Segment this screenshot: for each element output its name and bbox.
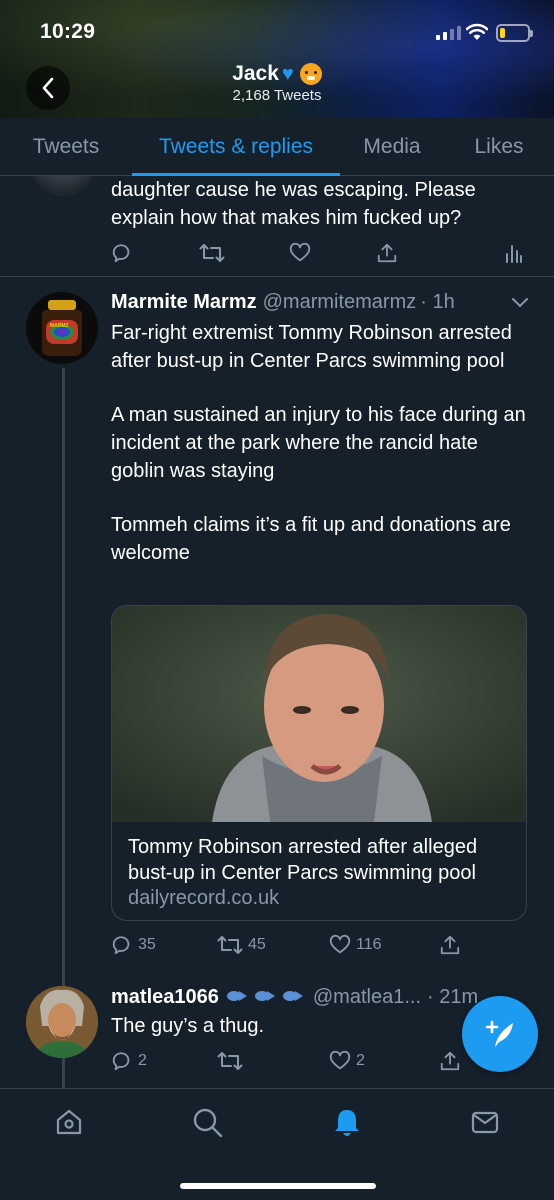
retweet-count: 45 [248, 936, 266, 953]
reply-count: 2 [138, 1052, 147, 1069]
reply-icon [112, 244, 130, 263]
hamster-emoji-icon [299, 63, 322, 85]
avatar-label: MARMZ [50, 323, 69, 329]
compose-tweet-button[interactable] [462, 996, 538, 1072]
author-name[interactable]: Marmite Marmz [111, 291, 257, 314]
share-icon [377, 243, 397, 263]
reply-button[interactable] [111, 242, 133, 264]
retweet-button[interactable]: 45 [217, 934, 266, 956]
heart-icon [329, 934, 351, 954]
author-handle[interactable]: @matlea1... [313, 986, 421, 1009]
blue-heart-icon: ♥ [281, 62, 294, 85]
tweet-actions: 35 45 116 [111, 934, 531, 958]
author-name[interactable]: matlea1066 [111, 986, 219, 1009]
tweet-header: matlea1066 @matlea1... · 21m [111, 986, 478, 1009]
retweet-icon [217, 936, 243, 954]
search-icon[interactable] [192, 1107, 224, 1139]
messages-icon[interactable] [470, 1107, 500, 1137]
share-button[interactable] [376, 242, 398, 264]
status-bar: 10:29 [0, 0, 554, 60]
chevron-down-icon[interactable] [511, 297, 529, 309]
profile-tabs: Tweets Tweets & replies Media Likes [0, 118, 554, 176]
notifications-icon[interactable] [332, 1107, 362, 1139]
retweet-button[interactable] [217, 1050, 243, 1072]
bearded-character-avatar-icon [26, 986, 98, 1058]
profile-name: Jack [232, 62, 279, 85]
tweet-time: · 1h [420, 291, 455, 313]
home-icon[interactable] [54, 1107, 84, 1137]
reply-button[interactable]: 2 [111, 1050, 147, 1072]
tweet-paragraph: Tommeh claims it’s a fit up and donation… [111, 514, 511, 564]
share-button[interactable] [439, 934, 461, 956]
tab-media[interactable]: Media [340, 118, 444, 175]
avatar[interactable]: MARMZ [26, 292, 98, 364]
article-photo [112, 606, 526, 822]
like-button[interactable]: 116 [329, 934, 382, 956]
divider [0, 276, 554, 277]
battery-icon [496, 24, 533, 42]
thread-line [62, 368, 65, 1088]
tab-tweets[interactable]: Tweets [0, 118, 132, 175]
fish-emoji-icon [253, 989, 275, 1003]
like-count: 2 [356, 1052, 365, 1069]
tweet-count: 2,168 Tweets [232, 87, 322, 104]
share-icon [440, 935, 460, 955]
heart-icon [289, 242, 311, 262]
tweet-paragraph: A man sustained an injury to his face du… [111, 404, 526, 482]
avatar[interactable] [26, 986, 98, 1058]
retweet-button[interactable] [199, 242, 225, 264]
link-card[interactable]: Tommy Robinson arrested after alleged bu… [111, 605, 527, 921]
heart-icon [329, 1050, 351, 1070]
tweet-actions [111, 242, 531, 266]
reply-button[interactable]: 35 [111, 934, 156, 956]
reply-icon [112, 936, 130, 955]
profile-title: Jack ♥ 2,168 Tweets [0, 62, 554, 104]
author-handle[interactable]: @marmitemarmz [263, 291, 417, 314]
card-title: Tommy Robinson arrested after alleged bu… [128, 836, 478, 884]
like-count: 116 [356, 936, 382, 953]
reply-icon [112, 1052, 130, 1071]
tweet-text: daughter cause he was escaping. Please e… [111, 179, 476, 229]
analytics-button[interactable] [505, 242, 523, 264]
tweet-paragraph: Far-right extremist Tommy Robinson arres… [111, 322, 512, 372]
compose-tweet-icon [485, 1020, 513, 1047]
like-button[interactable]: 2 [329, 1050, 365, 1072]
card-domain: dailyrecord.co.uk [128, 887, 280, 909]
share-button[interactable] [439, 1050, 461, 1072]
cellular-signal-icon [436, 26, 461, 40]
retweet-icon [199, 244, 225, 262]
reply-count: 35 [138, 936, 156, 953]
status-time: 10:29 [40, 20, 96, 43]
card-image[interactable] [112, 606, 526, 822]
tweet-time: · 21m [427, 986, 479, 1008]
fish-emoji-icon [281, 989, 303, 1003]
share-icon [440, 1051, 460, 1071]
avatar[interactable] [30, 176, 96, 196]
tweet-text: Far-right extremist Tommy Robinson arres… [111, 319, 526, 567]
tweet-header: Marmite Marmz @marmitemarmz · 1h [111, 291, 455, 314]
fish-emoji-icon [225, 989, 247, 1003]
tab-likes[interactable]: Likes [444, 118, 554, 175]
retweet-icon [217, 1052, 243, 1070]
wifi-icon [466, 23, 488, 40]
like-button[interactable] [289, 242, 311, 264]
timeline[interactable]: daughter cause he was escaping. Please e… [0, 176, 554, 1088]
tab-tweets-and-replies[interactable]: Tweets & replies [132, 118, 340, 176]
analytics-icon [506, 245, 522, 263]
home-indicator [180, 1183, 376, 1189]
